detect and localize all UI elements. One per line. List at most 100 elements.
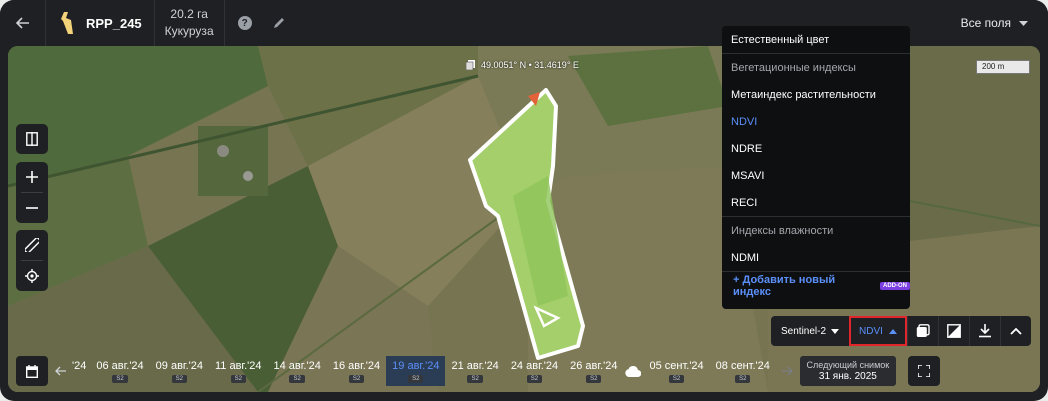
timeline-date[interactable]: 26 авг.'24 S2 (564, 356, 623, 386)
timeline-source-badge: S2 (230, 374, 246, 383)
all-fields-dropdown[interactable]: Все поля (961, 0, 1028, 46)
back-button[interactable] (0, 0, 46, 46)
timeline-date-label: 19 авг.'24 (392, 359, 440, 372)
next-image-date: 31 янв. 2025 (818, 371, 877, 382)
compare-control (16, 124, 48, 154)
image-timeline: '24 06 авг.'24 S2 09 авг.'24 S2 11 авг.'… (8, 354, 1040, 388)
menu-group-moisture: Индексы влажности (731, 224, 834, 237)
timeline-date-label: 06 авг.'24 (96, 359, 144, 372)
timeline-date-label: 05 сент.'24 (649, 359, 704, 372)
download-button[interactable] (969, 316, 1000, 346)
menu-group-vegetation: Вегетационные индексы (731, 61, 856, 74)
timeline-source-badge: S2 (171, 374, 187, 383)
timeline-date[interactable]: 06 авг.'24 S2 (90, 356, 149, 386)
timeline-source-badge: S2 (467, 374, 483, 383)
timeline-date[interactable]: 21 авг.'24 S2 (445, 356, 504, 386)
timeline-date[interactable]: 08 сент.'24 S2 (710, 356, 776, 386)
timeline-date-selected[interactable]: 19 авг.'24 S2 (386, 356, 446, 386)
calendar-icon (26, 364, 38, 378)
pencil-icon (273, 18, 284, 28)
field-area: 20.2 га (170, 7, 208, 21)
timeline-date[interactable]: 24 авг.'24 S2 (505, 356, 564, 386)
caret-down-icon (1019, 20, 1028, 26)
menu-item-ndmi[interactable]: NDMI (722, 244, 910, 271)
timeline-prev-button[interactable] (48, 356, 72, 386)
timeline-date[interactable]: 09 авг.'24 S2 (150, 356, 209, 386)
timeline-date[interactable]: 11 авг.'24 S2 (209, 356, 268, 386)
layers-icon (916, 324, 930, 337)
fullscreen-icon (917, 365, 930, 377)
add-index-button[interactable]: + Добавить новый индекс ADD-ON (722, 272, 910, 299)
timeline-source-badge: S2 (735, 374, 751, 383)
index-label: NDVI (859, 325, 883, 337)
field-info: RPP_245 (46, 0, 155, 46)
tools-control (16, 230, 48, 291)
menu-item-natural-color[interactable]: Естественный цвет (722, 26, 910, 53)
menu-item-meta-index[interactable]: Метаиндекс растительности (722, 81, 910, 108)
index-dropdown-menu: Естественный цвет Вегетационные индексы … (722, 26, 910, 309)
calendar-button[interactable] (16, 356, 48, 386)
ruler-icon (25, 238, 39, 252)
arrow-left-icon (54, 366, 66, 376)
timeline-date-label: 08 сент.'24 (715, 359, 770, 372)
download-icon (979, 324, 991, 338)
timeline-date-label: 14 авг.'24 (273, 359, 321, 372)
caret-down-icon (831, 328, 839, 334)
timeline-next-button[interactable] (776, 356, 800, 386)
menu-item-reci[interactable]: RECI (722, 189, 910, 216)
zoom-control (16, 162, 48, 223)
timeline-dates: '24 06 авг.'24 S2 09 авг.'24 S2 11 авг.'… (72, 356, 776, 386)
coordinates-text: 49.0051° N • 31.4619° E (481, 60, 579, 70)
contrast-icon (947, 324, 961, 338)
plus-icon (26, 171, 38, 183)
app-window: RPP_245 20.2 га Кукуруза ? Все поля 49.0… (0, 0, 1048, 401)
menu-item-ndvi[interactable]: NDVI (722, 108, 910, 135)
layers-button[interactable] (907, 316, 938, 346)
add-index-label: + Добавить новый индекс (733, 273, 836, 298)
field-crop: Кукуруза (164, 24, 214, 38)
edit-button[interactable] (265, 0, 293, 46)
arrow-left-icon (15, 17, 29, 29)
index-select[interactable]: NDVI (849, 316, 907, 346)
zoom-out-button[interactable] (16, 193, 48, 223)
addon-badge: ADD-ON (880, 281, 910, 290)
coordinates-readout: 49.0051° N • 31.4619° E (466, 60, 579, 70)
timeline-source-badge: S2 (586, 374, 602, 383)
timeline-source-badge: S2 (408, 374, 424, 383)
caret-up-icon (888, 328, 897, 334)
menu-item-ndre[interactable]: NDRE (722, 135, 910, 162)
timeline-date-label: '24 (72, 359, 87, 372)
timeline-date[interactable]: '24 (72, 356, 90, 386)
zoom-in-button[interactable] (16, 162, 48, 192)
menu-item-msavi[interactable]: MSAVI (722, 162, 910, 189)
fullscreen-button[interactable] (907, 356, 940, 386)
satellite-select[interactable]: Sentinel-2 (771, 316, 849, 346)
timeline-date[interactable]: 14 авг.'24 S2 (268, 356, 327, 386)
scale-bar: 200 m (976, 60, 1030, 74)
timeline-date-label: 09 авг.'24 (155, 359, 203, 372)
timeline-source-badge: S2 (348, 374, 365, 383)
timeline-date[interactable]: 16 авг.'24 S2 (327, 356, 386, 386)
all-fields-label: Все поля (960, 16, 1011, 30)
split-view-icon (26, 132, 38, 146)
next-image-info: Следующий снимок 31 янв. 2025 (799, 356, 896, 386)
field-stats: 20.2 га Кукуруза (155, 0, 225, 46)
timeline-date-label: 24 авг.'24 (510, 359, 559, 372)
next-image-label: Следующий снимок (806, 360, 890, 370)
contrast-button[interactable] (938, 316, 969, 346)
timeline-date[interactable]: 05 сент.'24 S2 (643, 356, 709, 386)
arrow-right-icon (782, 366, 794, 376)
timeline-source-badge: S2 (289, 374, 305, 383)
cloud-indicator (623, 356, 643, 386)
copy-icon[interactable] (466, 60, 475, 70)
help-button[interactable]: ? (231, 0, 259, 46)
compare-button[interactable] (16, 124, 48, 154)
map-toolbar: Sentinel-2 NDVI (771, 316, 1031, 346)
timeline-source-badge: S2 (112, 374, 128, 383)
collapse-button[interactable] (1000, 316, 1031, 346)
timeline-date-label: 11 авг.'24 (215, 359, 262, 372)
measure-button[interactable] (16, 230, 48, 260)
cloud-icon (625, 365, 642, 377)
crosshair-icon (25, 269, 39, 283)
locate-button[interactable] (16, 261, 48, 291)
